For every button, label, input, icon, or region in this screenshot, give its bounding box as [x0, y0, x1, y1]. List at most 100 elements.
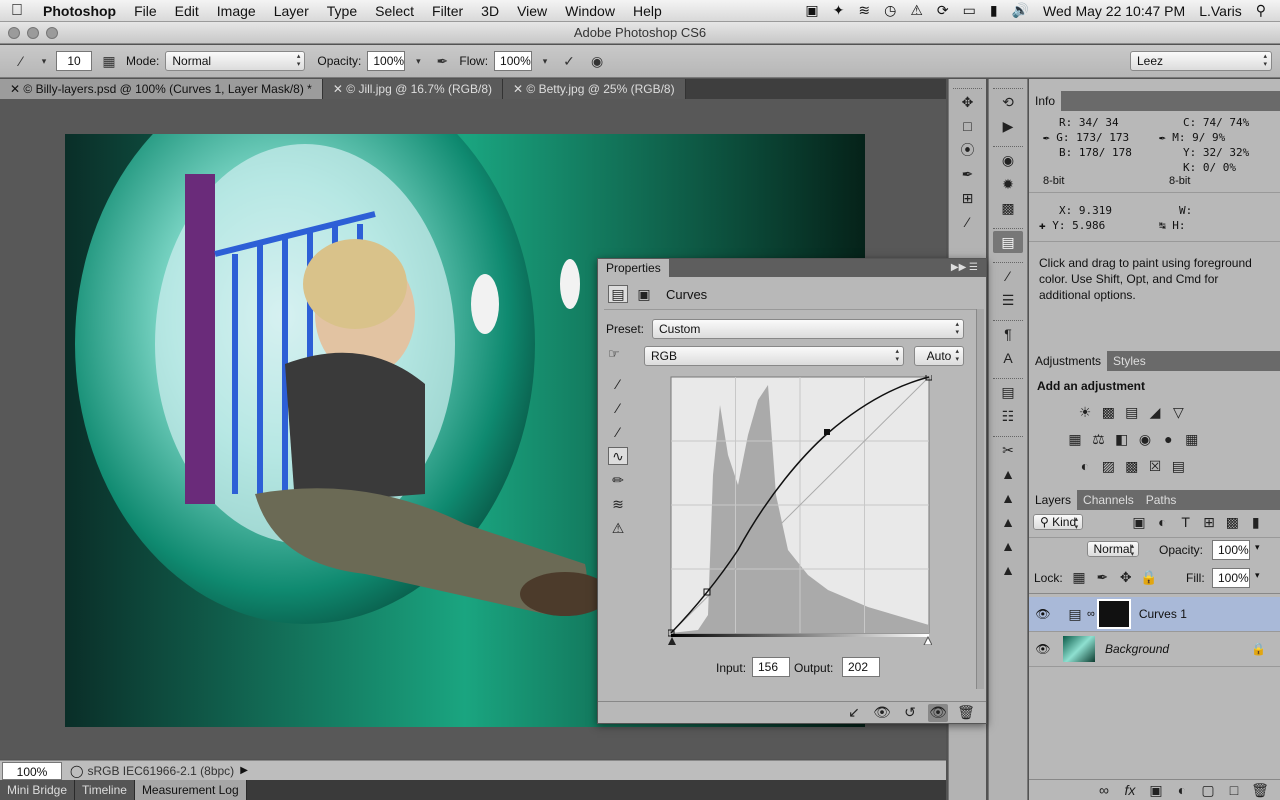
view-previous-state-icon[interactable]: 👁 — [872, 704, 892, 722]
doc-tab-jill[interactable]: ✕ © Jill.jpg @ 16.7% (RGB/8) — [322, 79, 503, 99]
layer-opacity-dropdown-icon[interactable]: ▾ — [1255, 542, 1260, 553]
menu-file[interactable]: File — [125, 3, 166, 19]
status-menu-arrow-icon[interactable]: ▶ — [240, 765, 248, 776]
mode-select[interactable]: Normal — [165, 51, 306, 71]
sync-icon[interactable]: ⟳ — [937, 2, 949, 19]
color-icon[interactable]: ◉ — [993, 149, 1023, 171]
toggle-visibility-icon[interactable]: 👁 — [928, 703, 948, 722]
panel-gripper[interactable] — [993, 429, 1023, 437]
new-group-icon[interactable]: ▢ — [1198, 781, 1218, 799]
panel-gripper[interactable] — [953, 81, 982, 89]
time-machine-icon[interactable]: ◷ — [884, 2, 896, 19]
tab-mini-bridge[interactable]: Mini Bridge — [0, 780, 76, 800]
brush-panel-toggle-icon[interactable]: ▦ — [98, 50, 120, 72]
character-icon[interactable]: A — [993, 347, 1023, 369]
eyedropper-tool-icon[interactable]: ⁄ — [953, 211, 983, 233]
tab-adjustments[interactable]: Adjustments — [1029, 351, 1108, 371]
curves-properties-icon[interactable]: ▤ — [608, 285, 628, 303]
auto-button[interactable]: Auto — [914, 346, 964, 366]
layer-style-icon[interactable]: fx — [1120, 781, 1140, 799]
layer-comps-icon[interactable]: ▤ — [993, 381, 1023, 403]
layer-opacity-field[interactable]: 100% — [1212, 540, 1250, 560]
volume-icon[interactable]: 🔊 — [1012, 2, 1029, 19]
menu-select[interactable]: Select — [366, 3, 423, 19]
reset-adjustment-icon[interactable]: ↺ — [900, 704, 920, 722]
wifi-icon[interactable]: ≋ — [858, 2, 870, 19]
panel-gripper[interactable] — [993, 255, 1023, 263]
stacked-panel-3-icon[interactable]: ▲ — [993, 511, 1023, 533]
lock-image-icon[interactable]: ✒ — [1092, 568, 1112, 586]
menu-window[interactable]: Window — [556, 3, 624, 19]
stacked-panel-1-icon[interactable]: ▲ — [993, 463, 1023, 485]
layer-visibility-eye-icon[interactable]: 👁 — [1029, 642, 1057, 656]
battery-icon[interactable]: ▮ — [990, 2, 998, 19]
output-field[interactable]: 202 — [842, 657, 880, 677]
display-status-icon[interactable]: ▣ — [805, 2, 818, 19]
levels-icon[interactable]: ▩ — [1098, 403, 1118, 421]
lock-all-icon[interactable]: 🔒 — [1139, 568, 1159, 586]
clipping-warning-icon[interactable]: ⚠ — [608, 519, 628, 537]
pressure-size-icon[interactable]: ◉ — [586, 50, 608, 72]
menu-help[interactable]: Help — [624, 3, 671, 19]
filter-type-icon[interactable]: T — [1176, 513, 1196, 531]
layer-visibility-eye-icon[interactable]: 👁 — [1029, 607, 1057, 621]
close-window-icon[interactable] — [8, 27, 20, 39]
gradient-map-icon[interactable]: ▤ — [1168, 458, 1188, 476]
new-layer-icon[interactable]: □ — [1224, 781, 1244, 799]
smooth-curve-icon[interactable]: ≋ — [608, 495, 628, 513]
lock-position-icon[interactable]: ✥ — [1116, 568, 1136, 586]
spotlight-search-icon[interactable]: ⚲ — [1256, 2, 1266, 19]
lasso-tool-icon[interactable]: ⦿ — [953, 139, 983, 161]
menu-view[interactable]: View — [508, 3, 556, 19]
tool-preset-dropdown-icon[interactable]: ▾ — [38, 50, 50, 72]
brush-size-picker[interactable]: 10 — [56, 51, 92, 71]
input-field[interactable]: 156 — [752, 657, 790, 677]
workspace-select[interactable]: Leez — [1130, 51, 1272, 71]
link-layers-icon[interactable]: ∞ — [1094, 781, 1114, 799]
brush-panel-icon[interactable]: ☰ — [993, 289, 1023, 311]
brightness-contrast-icon[interactable]: ☀ — [1075, 403, 1095, 421]
posterize-icon[interactable]: ▨ — [1098, 458, 1118, 476]
mask-properties-icon[interactable]: ▣ — [634, 285, 654, 303]
panel-gripper[interactable] — [993, 221, 1023, 229]
properties-panel-header[interactable]: Properties ▶▶ ☰ — [598, 259, 986, 277]
filter-smart-object-icon[interactable]: ▩ — [1222, 514, 1242, 532]
minimize-window-icon[interactable] — [27, 27, 39, 39]
layer-filter-kind[interactable]: ⚲ Kind — [1033, 514, 1084, 530]
gray-point-eyedropper-icon[interactable]: ⁄ — [608, 399, 628, 417]
panel-gripper[interactable] — [993, 313, 1023, 321]
filter-shape-icon[interactable]: ⊞ — [1199, 514, 1219, 532]
color-lookup-icon[interactable]: ▦ — [1182, 431, 1202, 449]
filter-pixel-icon[interactable]: ▣ — [1129, 514, 1149, 532]
vibrance-icon[interactable]: ▽ — [1168, 403, 1188, 421]
actions-icon[interactable]: ▶ — [993, 115, 1023, 137]
white-point-eyedropper-icon[interactable]: ⁄ — [608, 423, 628, 441]
alert-icon[interactable]: ⚠ — [910, 2, 923, 19]
tab-styles[interactable]: Styles — [1107, 351, 1152, 371]
tab-layers[interactable]: Layers — [1029, 490, 1078, 510]
hue-saturation-icon[interactable]: ▦ — [1065, 431, 1085, 449]
tab-timeline[interactable]: Timeline — [75, 780, 135, 800]
black-point-eyedropper-icon[interactable]: ⁄ — [608, 375, 628, 393]
tab-measurement-log[interactable]: Measurement Log — [134, 780, 247, 800]
crop-tool-icon[interactable]: ⊞ — [953, 187, 983, 209]
paragraph-icon[interactable]: ¶ — [993, 323, 1023, 345]
panel-gripper[interactable] — [993, 81, 1023, 89]
mask-link-icon[interactable]: ∞ — [1087, 608, 1095, 620]
stacked-panel-4-icon[interactable]: ▲ — [993, 535, 1023, 557]
on-image-adjust-icon[interactable]: ☞ — [608, 346, 620, 362]
layer-row-background[interactable]: 👁 Background 🔒 — [1029, 632, 1280, 667]
delete-layer-icon[interactable]: 🗑 — [1250, 781, 1270, 799]
stacked-panel-5-icon[interactable]: ▲ — [993, 559, 1023, 581]
properties-icon[interactable]: ▤ — [993, 231, 1023, 253]
exposure-icon[interactable]: ◢ — [1145, 403, 1165, 421]
monitor-icon[interactable]: ▭ — [963, 2, 976, 19]
layer-name[interactable]: Curves 1 — [1139, 607, 1187, 621]
zoom-window-icon[interactable] — [46, 27, 58, 39]
layer-mask-thumbnail[interactable] — [1096, 599, 1131, 629]
menubar-user[interactable]: L.Varis — [1199, 3, 1242, 19]
lock-transparent-icon[interactable]: ▦ — [1069, 568, 1089, 586]
invert-icon[interactable]: ◐ — [1075, 457, 1095, 475]
curve-points-tool-icon[interactable]: ∿ — [608, 447, 628, 465]
menubar-clock[interactable]: Wed May 22 10:47 PM — [1043, 3, 1185, 19]
